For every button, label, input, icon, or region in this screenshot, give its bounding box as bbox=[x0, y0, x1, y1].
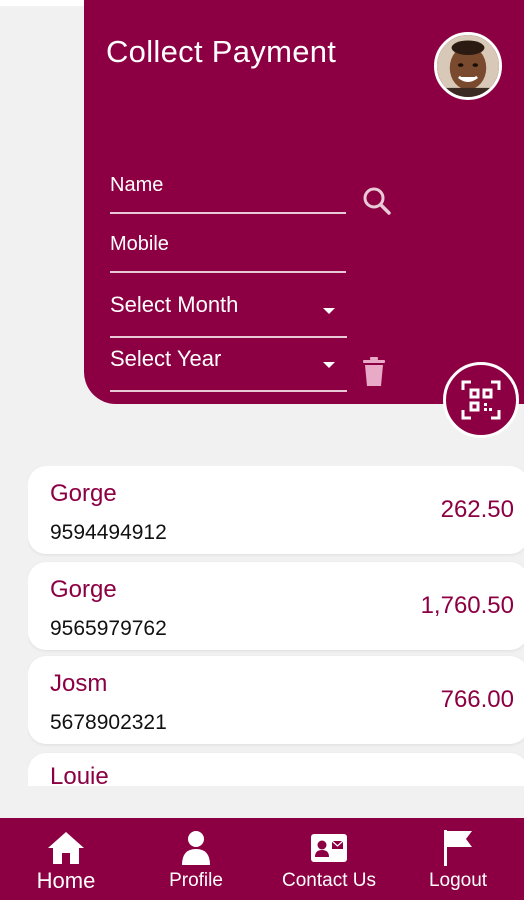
nav-logout-label: Logout bbox=[428, 870, 488, 891]
person-icon bbox=[182, 831, 210, 865]
customer-mobile: 5678902321 bbox=[50, 711, 167, 734]
month-select-label: Select Month bbox=[110, 292, 239, 317]
list-item[interactable]: Louie bbox=[28, 753, 524, 786]
list-item[interactable]: Gorge 9594494912 262.50 bbox=[28, 466, 524, 554]
nav-contact-us[interactable]: Contact Us bbox=[274, 818, 384, 900]
customer-mobile: 9594494912 bbox=[50, 521, 167, 544]
customer-name: Gorge bbox=[50, 480, 117, 507]
nav-contact-label: Contact Us bbox=[282, 870, 376, 891]
home-icon bbox=[48, 832, 84, 864]
customer-name: Louie bbox=[50, 763, 109, 786]
customer-name: Gorge bbox=[50, 576, 117, 603]
mobile-field[interactable]: Mobile bbox=[110, 233, 346, 273]
search-icon[interactable] bbox=[362, 186, 392, 216]
avatar-portrait-icon bbox=[437, 35, 499, 97]
bottom-navigation: Home Profile Contact Us Logout bbox=[0, 818, 524, 900]
customer-name: Josm bbox=[50, 670, 108, 697]
nav-logout[interactable]: Logout bbox=[420, 818, 496, 900]
dropdown-arrow-icon bbox=[323, 362, 335, 368]
year-select-label: Select Year bbox=[110, 346, 222, 371]
left-edge-strip bbox=[0, 0, 84, 6]
list-item[interactable]: Josm 5678902321 766.00 bbox=[28, 656, 524, 744]
avatar[interactable] bbox=[434, 32, 502, 100]
qr-scan-button[interactable] bbox=[443, 362, 519, 438]
trash-icon[interactable] bbox=[362, 357, 386, 387]
page-title: Collect Payment bbox=[106, 34, 337, 69]
nav-home[interactable]: Home bbox=[30, 818, 102, 900]
month-select[interactable]: Select Month bbox=[110, 292, 347, 338]
flag-icon bbox=[444, 830, 472, 866]
nav-profile-label: Profile bbox=[169, 870, 223, 891]
customer-mobile: 9565979762 bbox=[50, 617, 167, 640]
customer-amount: 1,760.50 bbox=[420, 592, 514, 619]
mobile-placeholder: Mobile bbox=[110, 233, 169, 255]
contact-card-icon bbox=[311, 834, 347, 862]
qr-scan-icon bbox=[461, 380, 501, 420]
dropdown-arrow-icon bbox=[323, 308, 335, 314]
year-select[interactable]: Select Year bbox=[110, 346, 347, 392]
customer-amount: 262.50 bbox=[440, 496, 514, 523]
nav-profile[interactable]: Profile bbox=[160, 818, 232, 900]
collect-payment-header: Collect Payment Name Mobile Select Month… bbox=[84, 0, 524, 404]
customer-amount: 766.00 bbox=[440, 686, 514, 713]
list-item[interactable]: Gorge 9565979762 1,760.50 bbox=[28, 562, 524, 650]
name-placeholder: Name bbox=[110, 174, 164, 196]
payment-list: Gorge 9594494912 262.50 Gorge 9565979762… bbox=[28, 466, 524, 786]
name-field[interactable]: Name bbox=[110, 174, 346, 214]
nav-home-label: Home bbox=[36, 868, 96, 893]
